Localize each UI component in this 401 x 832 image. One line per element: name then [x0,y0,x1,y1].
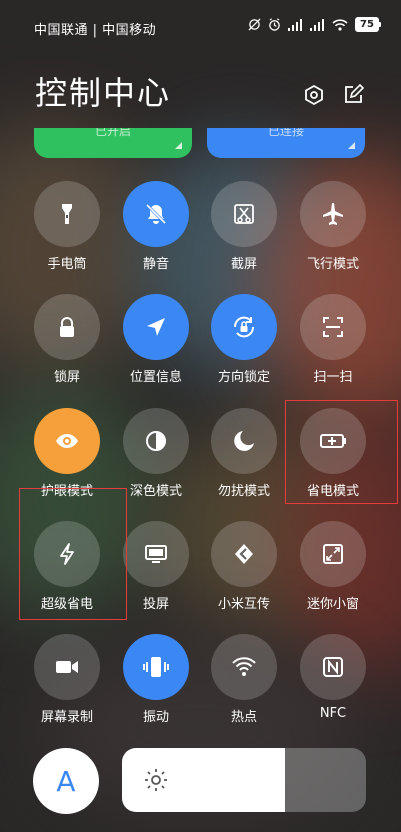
auto-brightness-label: A [56,764,76,798]
battery-indicator: 75 [355,17,381,32]
tile-lock-screen[interactable]: 锁屏 [22,294,112,394]
alarm-clock-icon [269,18,280,31]
wifi-icon [332,18,348,31]
cast-screen-icon [123,521,189,587]
carrier-text: 中国联通 | 中国移动 [34,23,157,38]
tile-label: 扫一扫 [313,370,353,385]
moon-icon [211,408,277,474]
scan-icon [300,294,366,360]
tile-screenshot[interactable]: 截屏 [199,181,289,281]
highlight-box-ultra-battery-saver [19,488,127,620]
mobile-data-card[interactable]: 已开启 [34,128,192,158]
tile-airplane-mode[interactable]: 飞行模式 [288,181,378,281]
tile-flashlight[interactable]: 手电筒 [22,181,112,281]
tile-label: 飞行模式 [306,257,359,272]
tile-label: 迷你小窗 [306,597,359,612]
tile-vibrate[interactable]: 振动 [111,634,201,734]
hotspot-icon [211,634,277,700]
sun-icon [145,769,167,791]
tile-mute[interactable]: 静音 [111,181,201,281]
tile-mini-window[interactable]: 迷你小窗 [288,521,378,621]
edit-icon[interactable] [342,84,364,106]
mini-window-icon [300,521,366,587]
status-bar: 中国联通 | 中国移动 75 [0,0,401,52]
lock-icon [34,294,100,360]
screenshot-icon [211,181,277,247]
wifi-card-label: 已连接 [267,128,304,138]
mobile-data-card-label: 已开启 [94,128,131,138]
tile-mi-share[interactable]: 小米互传 [199,521,289,621]
screen-record-icon [34,634,100,700]
tile-nfc[interactable]: NFC [288,634,378,734]
location-icon [123,294,189,360]
signal-sim2-icon [310,18,324,31]
nfc-icon [300,634,366,700]
tile-screen-record[interactable]: 屏幕录制 [22,634,112,734]
status-icons: 75 [248,17,381,32]
dark-mode-icon [123,408,189,474]
auto-brightness-button[interactable]: A [33,748,99,814]
tile-location[interactable]: 位置信息 [111,294,201,394]
highlight-box-battery-saver [285,400,398,504]
gear-hexagon-icon[interactable] [303,84,325,106]
mi-share-icon [211,521,277,587]
brightness-slider[interactable] [122,748,366,812]
flashlight-icon [34,181,100,247]
vibrate-icon [123,634,189,700]
eye-icon [34,408,100,474]
tile-scan[interactable]: 扫一扫 [288,294,378,394]
signal-sim1-icon [288,18,302,31]
corner-arrow-icon [175,142,182,149]
tile-rotation-lock[interactable]: 方向锁定 [199,294,289,394]
corner-arrow-icon [348,142,355,149]
mute-bell-icon [123,181,189,247]
alarm-off-icon [248,18,261,31]
airplane-icon [300,181,366,247]
rotation-lock-icon [211,294,277,360]
wifi-card[interactable]: 已连接 [207,128,365,158]
page-title: 控制中心 [35,74,172,112]
tile-hotspot[interactable]: 热点 [199,634,289,734]
tile-label: NFC [319,706,347,721]
tile-do-not-disturb[interactable]: 勿扰模式 [199,408,289,508]
